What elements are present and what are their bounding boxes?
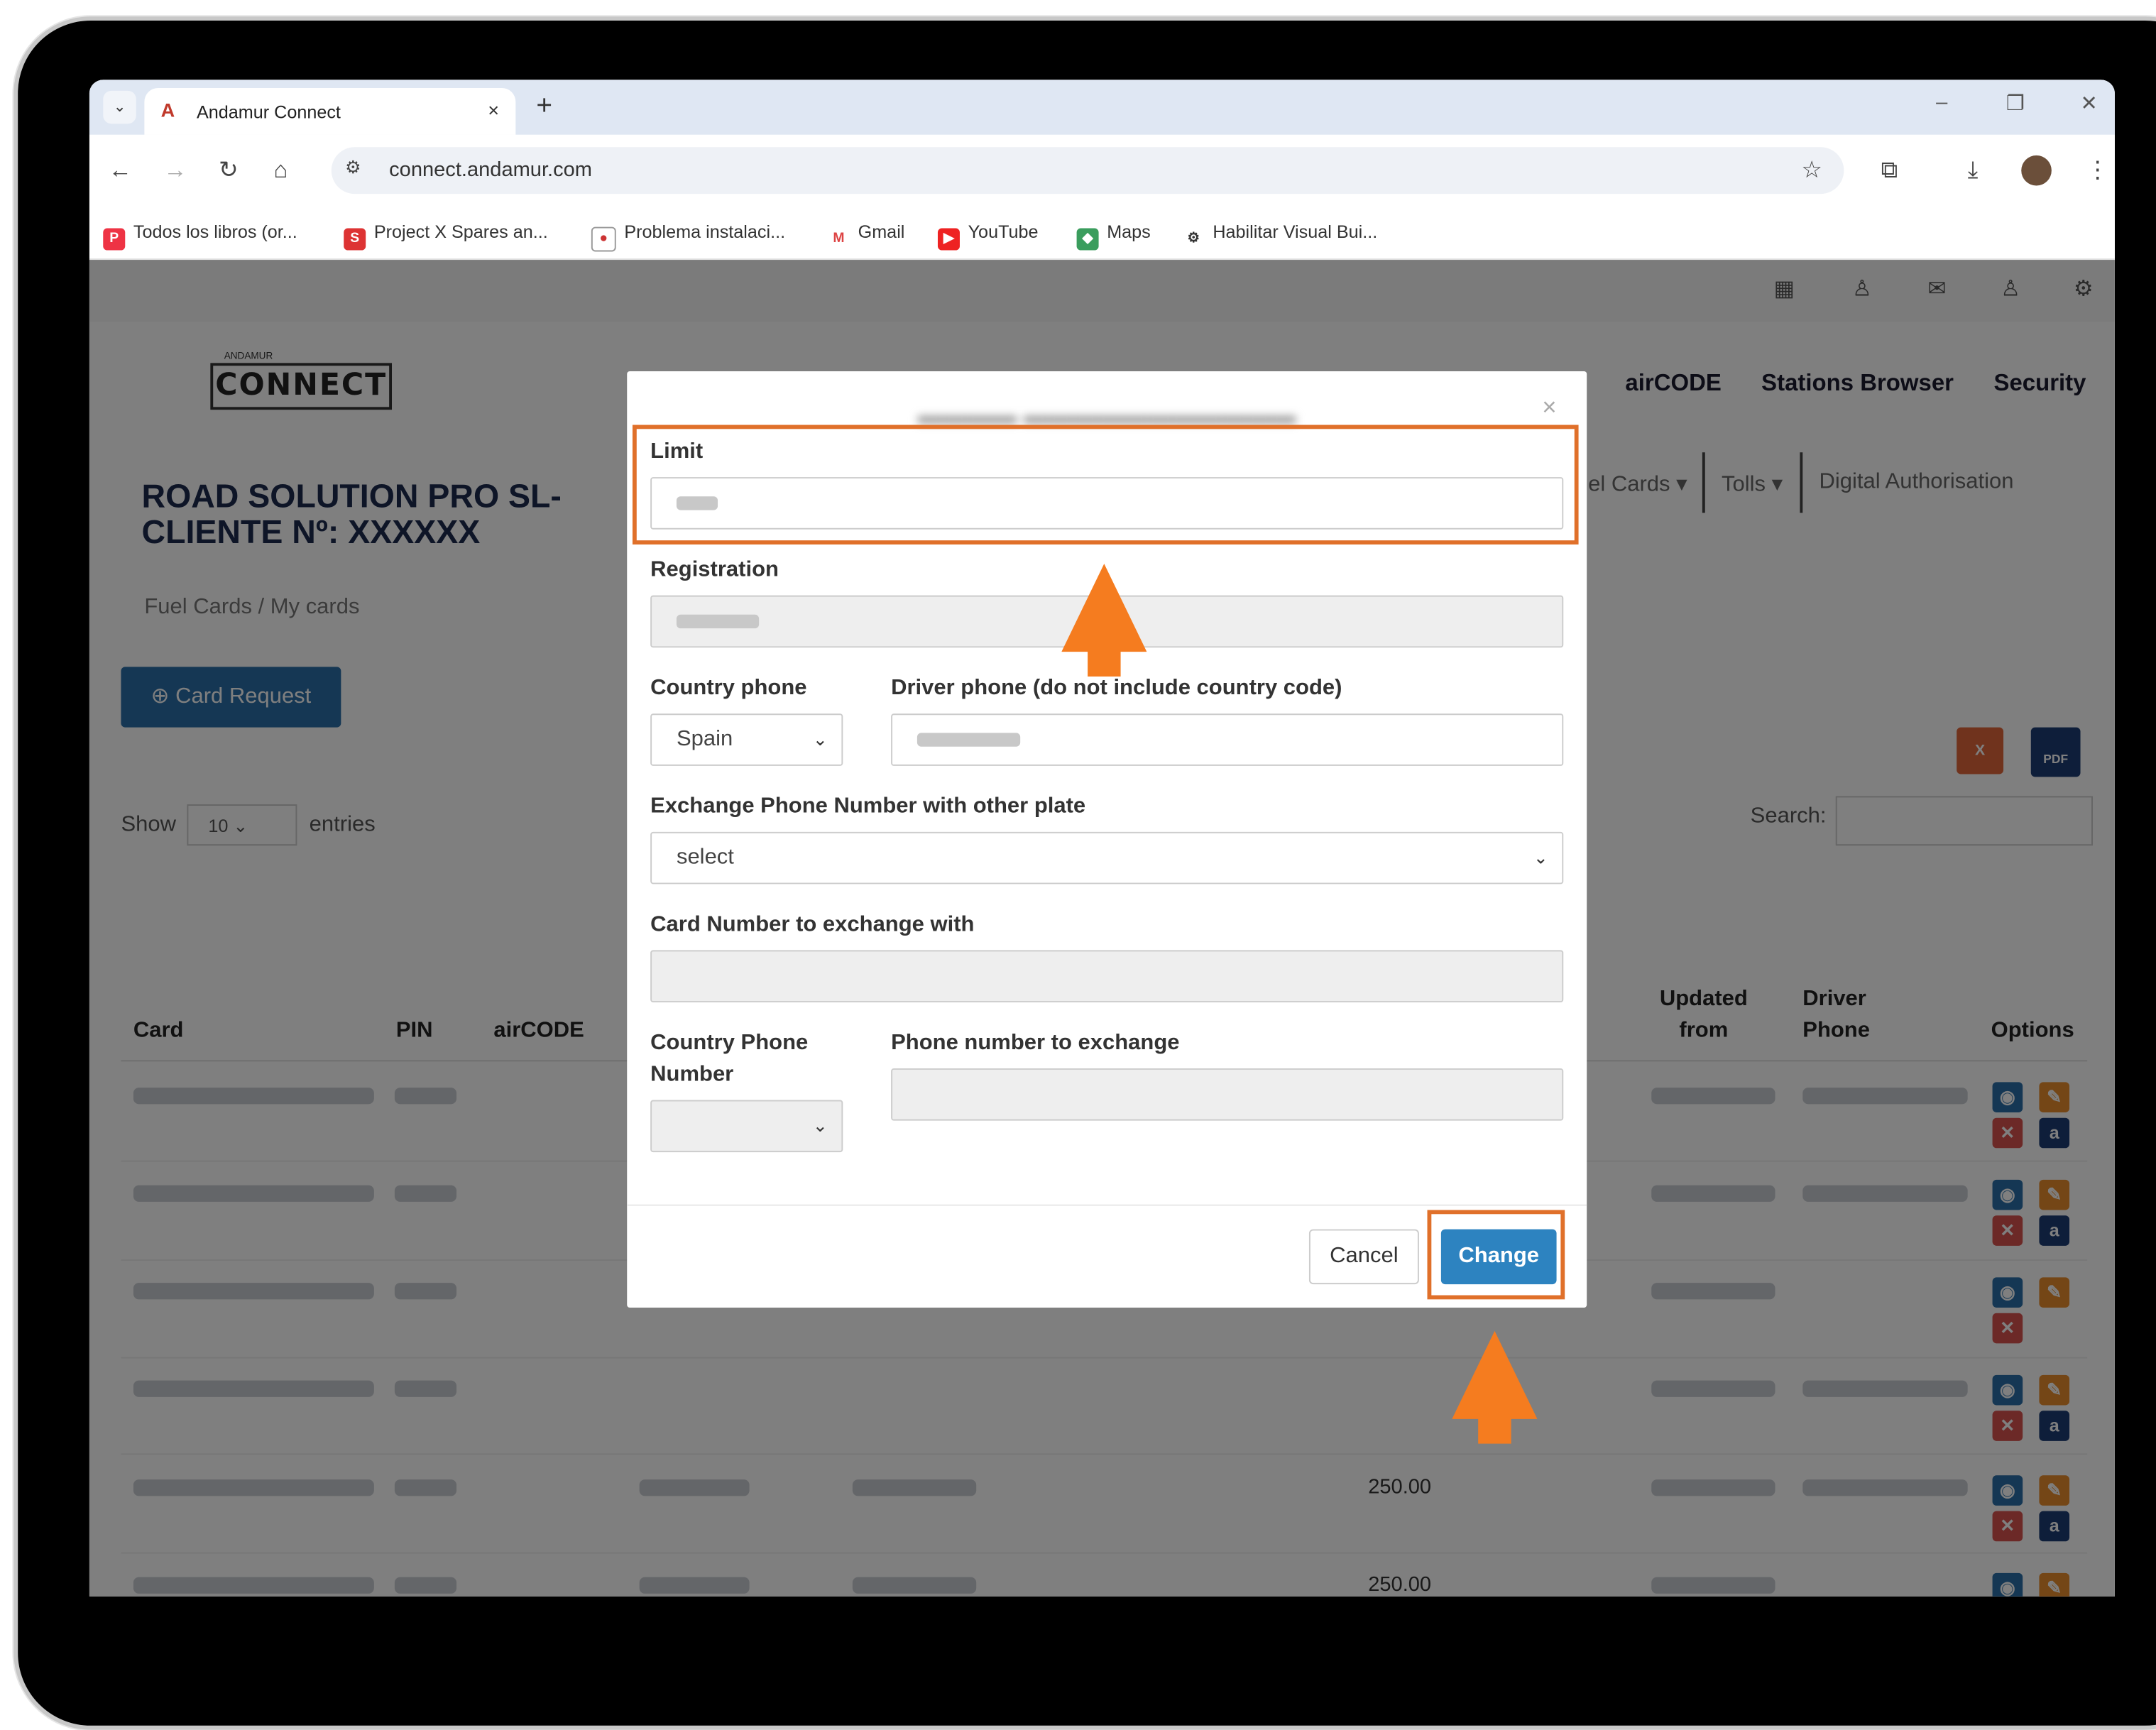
minimize-icon[interactable]: – [1936, 91, 1947, 114]
bookmark-item[interactable]: ⚙ Habilitar Visual Bui... [1182, 221, 1377, 251]
chevron-down-icon: ⌄ [812, 728, 828, 750]
country-phone-select[interactable]: Spain ⌄ [650, 713, 843, 766]
gmail-icon: M [828, 228, 850, 251]
andamur-favicon-icon: A [160, 99, 175, 121]
change-highlight-box [1427, 1210, 1565, 1300]
bookmark-item[interactable]: M Gmail [828, 221, 904, 251]
new-tab-icon[interactable]: + [536, 91, 552, 123]
maps-icon: ◆ [1076, 228, 1099, 251]
chevron-down-icon: ⌄ [812, 1115, 828, 1136]
tab-close-icon[interactable]: × [488, 99, 499, 121]
exchange-label: Exchange Phone Number with other plate [650, 794, 1086, 819]
extensions-icon[interactable]: ⧉ [1881, 157, 1898, 185]
forward-icon[interactable]: → [163, 157, 187, 185]
country-phone-label: Country phone [650, 676, 807, 700]
cancel-button[interactable]: Cancel [1308, 1229, 1419, 1285]
card-exchange-input[interactable] [650, 950, 1564, 1003]
driver-phone-label: Driver phone (do not include country cod… [891, 676, 1342, 700]
registration-label: Registration [650, 558, 779, 582]
restore-icon[interactable]: ❐ [2006, 91, 2025, 116]
youtube-icon: ▶ [937, 228, 960, 251]
settings-icon: ⚙ [1182, 228, 1205, 251]
country-phone-number-label: Country Phone Number [650, 1031, 809, 1087]
browser-toolbar: ← → ↻ ⌂ ⚙ connect.andamur.com ☆ ⧉ ⤓ ⋮ [89, 134, 2115, 207]
exchange-select[interactable]: select ⌄ [650, 831, 1564, 885]
bookmark-item[interactable]: ◆ Maps [1076, 221, 1151, 251]
bookmark-star-icon[interactable]: ☆ [1801, 157, 1822, 185]
address-bar[interactable]: ⚙ connect.andamur.com [331, 147, 1844, 195]
phone-exchange-input[interactable] [891, 1068, 1564, 1121]
record-icon: ● [591, 226, 616, 252]
browser-tab[interactable]: A Andamur Connect × [144, 87, 516, 135]
bookmark-item[interactable]: S Project X Spares an... [344, 221, 548, 251]
blurred-value [676, 614, 760, 628]
reload-icon[interactable]: ↻ [219, 157, 239, 185]
bookmarks-bar: P Todos los libros (or... S Project X Spar… [89, 206, 2115, 261]
blurred-value [916, 732, 1021, 747]
s-icon: S [344, 228, 366, 251]
limit-highlight-box [632, 425, 1579, 545]
menu-icon[interactable]: ⋮ [2086, 157, 2109, 185]
modal-footer-divider [627, 1204, 1587, 1206]
pg-icon: P [103, 228, 126, 251]
profile-avatar[interactable] [2021, 155, 2052, 186]
driver-phone-input[interactable] [891, 713, 1564, 766]
tab-search-icon[interactable]: ⌄ [103, 90, 136, 124]
url-text: connect.andamur.com [389, 158, 593, 182]
bookmark-item[interactable]: ● Problema instalaci... [591, 221, 785, 252]
chevron-down-icon: ⌄ [1533, 847, 1548, 868]
site-info-icon[interactable]: ⚙ [345, 157, 361, 179]
tab-title: Andamur Connect [196, 102, 341, 123]
card-exchange-label: Card Number to exchange with [650, 913, 975, 937]
tab-strip: ⌄ A Andamur Connect × + – ❐ ✕ [89, 80, 2115, 135]
modal-close-icon[interactable]: × [1542, 393, 1556, 422]
up-arrow-icon [1452, 1330, 1538, 1444]
phone-exchange-label: Phone number to exchange [891, 1031, 1180, 1055]
window-close-icon[interactable]: ✕ [2081, 91, 2098, 116]
country-phone-number-select[interactable]: ⌄ [650, 1100, 843, 1153]
bookmark-item[interactable]: ▶ YouTube [937, 221, 1039, 251]
up-arrow-icon [1061, 564, 1147, 677]
download-icon[interactable]: ⤓ [1968, 157, 1979, 185]
back-icon[interactable]: ← [109, 157, 132, 185]
home-icon[interactable]: ⌂ [273, 157, 288, 185]
bookmark-item[interactable]: P Todos los libros (or... [103, 221, 297, 251]
